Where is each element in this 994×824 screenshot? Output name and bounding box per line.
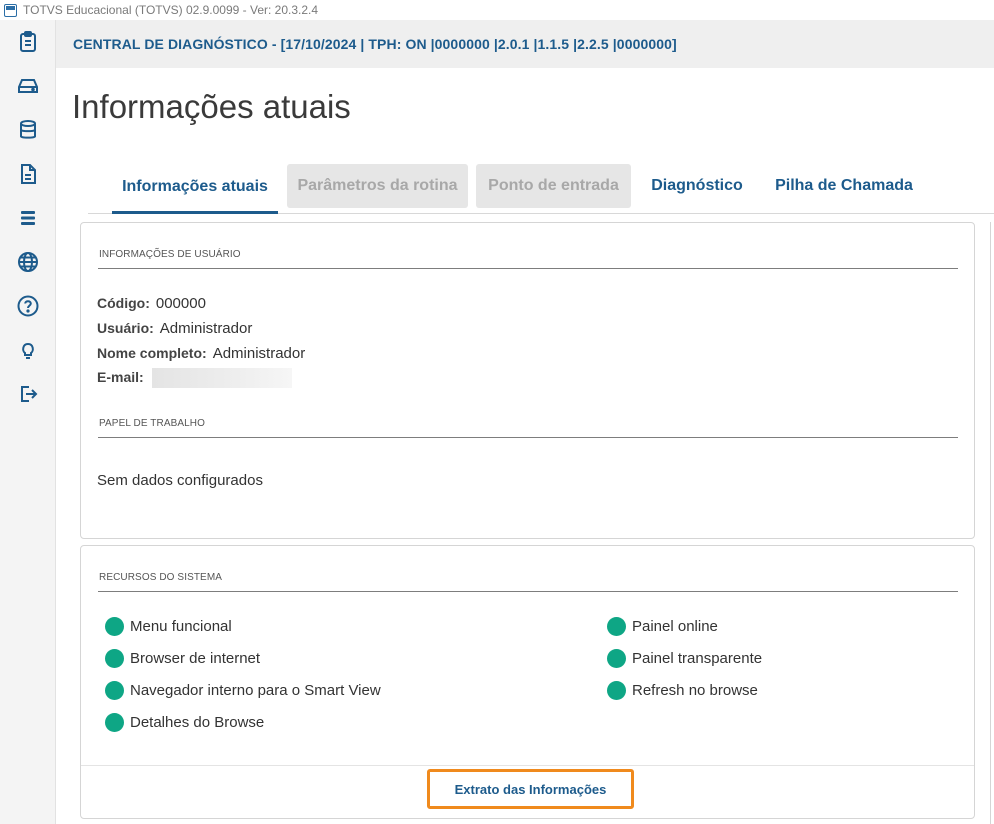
panel-footer-divider xyxy=(81,765,974,766)
drive-icon[interactable] xyxy=(14,72,42,100)
database-icon[interactable] xyxy=(14,116,42,144)
field-user-label: Usuário: xyxy=(97,320,154,336)
user-info-section-title: INFORMAÇÕES DE USUÁRIO xyxy=(99,249,241,260)
status-ok-icon xyxy=(607,617,626,636)
section-divider xyxy=(98,437,958,438)
field-email-label: E-mail: xyxy=(97,368,144,385)
clipboard-icon[interactable] xyxy=(14,28,42,56)
field-full-name-label: Nome completo: xyxy=(97,345,207,361)
resource-item: Detalhes do Browse xyxy=(105,713,264,732)
header-title: CENTRAL DE DIAGNÓSTICO - [17/10/2024 | T… xyxy=(73,36,677,52)
work-role-empty-text: Sem dados configurados xyxy=(97,472,263,489)
resource-item: Painel online xyxy=(607,617,718,636)
lightbulb-icon[interactable] xyxy=(14,336,42,364)
resource-label: Detalhes do Browse xyxy=(130,714,265,731)
resource-item: Browser de internet xyxy=(105,649,260,668)
page-title: Informações atuais xyxy=(72,88,351,125)
app-icon xyxy=(4,3,17,17)
tab-ponto-de-entrada[interactable]: Ponto de entrada xyxy=(476,164,631,208)
work-role-section-title: PAPEL DE TRABALHO xyxy=(99,418,205,429)
diagnostic-header: CENTRAL DE DIAGNÓSTICO - [17/10/2024 | T… xyxy=(56,20,994,68)
field-code: Código: 000000 xyxy=(97,295,206,312)
status-ok-icon xyxy=(105,713,124,732)
resource-item: Refresh no browse xyxy=(607,681,758,700)
resource-label: Menu funcional xyxy=(130,618,232,635)
tab-pilha-de-chamada[interactable]: Pilha de Chamada xyxy=(764,164,924,208)
field-email: E-mail: xyxy=(97,368,292,388)
logout-icon[interactable] xyxy=(14,380,42,408)
resource-label: Navegador interno para o Smart View xyxy=(130,682,381,699)
resource-label: Browser de internet xyxy=(130,650,261,667)
section-divider xyxy=(98,591,958,592)
tab-diagnostico[interactable]: Diagnóstico xyxy=(640,164,754,208)
resources-section-title: RECURSOS DO SISTEMA xyxy=(99,572,223,583)
field-full-name: Nome completo: Administrador xyxy=(97,345,305,362)
extract-information-button[interactable]: Extrato das Informações xyxy=(427,769,634,809)
window-title: TOTVS Educacional (TOTVS) 02.9.0099 - Ve… xyxy=(23,3,319,17)
user-info-panel: INFORMAÇÕES DE USUÁRIO Código: 000000 Usu… xyxy=(80,222,975,539)
field-full-name-value: Administrador xyxy=(212,345,306,362)
email-redacted-value xyxy=(151,368,292,388)
server-icon[interactable] xyxy=(14,204,42,232)
document-icon[interactable] xyxy=(14,160,42,188)
status-ok-icon xyxy=(607,649,626,668)
field-code-label: Código: xyxy=(97,295,150,311)
help-icon[interactable] xyxy=(14,292,42,320)
sidebar xyxy=(0,20,56,824)
status-ok-icon xyxy=(105,649,124,668)
resource-label: Refresh no browse xyxy=(632,682,758,699)
field-user-value: Administrador xyxy=(159,320,253,337)
status-ok-icon xyxy=(105,681,124,700)
field-code-value: 000000 xyxy=(155,295,206,312)
tab-parametros-da-rotina[interactable]: Parâmetros da rotina xyxy=(287,164,468,208)
section-divider xyxy=(98,268,958,269)
status-ok-icon xyxy=(105,617,124,636)
resource-item: Painel transparente xyxy=(607,649,762,668)
system-resources-panel: RECURSOS DO SISTEMA Menu funcional Brows… xyxy=(80,545,975,819)
tab-bar: Informações atuais Parâmetros da rotina … xyxy=(88,164,994,214)
field-user: Usuário: Administrador xyxy=(97,320,252,337)
resource-label: Painel transparente xyxy=(632,650,763,667)
resource-label: Painel online xyxy=(632,618,718,635)
resource-item: Menu funcional xyxy=(105,617,232,636)
window-titlebar: TOTVS Educacional (TOTVS) 02.9.0099 - Ve… xyxy=(0,0,994,20)
resource-item: Navegador interno para o Smart View xyxy=(105,681,381,700)
adjacent-panel-edge xyxy=(990,222,991,824)
globe-icon[interactable] xyxy=(14,248,42,276)
tab-informacoes-atuais[interactable]: Informações atuais xyxy=(112,164,278,214)
status-ok-icon xyxy=(607,681,626,700)
